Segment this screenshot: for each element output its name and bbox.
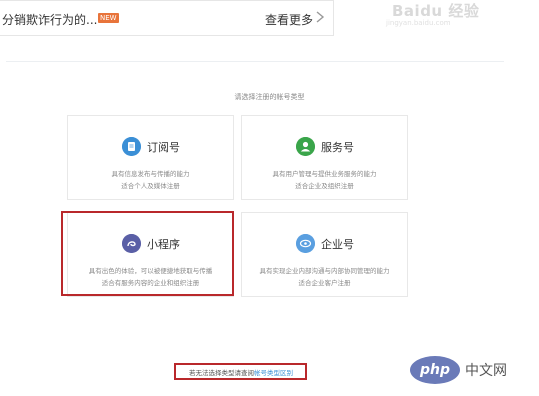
baidu-watermark: Baidu 经验 xyxy=(392,2,480,20)
chevron-right-icon[interactable] xyxy=(314,9,326,25)
card-desc-line: 具有实现企业内部沟通与内部协同管理的能力 xyxy=(259,267,390,275)
php-watermark-text: 中文网 xyxy=(465,363,507,379)
divider xyxy=(6,61,504,62)
card-desc-line: 适合企业客户注册 xyxy=(298,279,351,287)
enterprise-icon xyxy=(296,234,315,253)
account-type-help: 若无法选择类型请查阅帐号类型区别 xyxy=(176,367,306,377)
card-description: 具有实现企业内部沟通与内部协同管理的能力 适合企业客户注册 xyxy=(242,265,407,289)
card-subscription-account[interactable]: 订阅号 具有信息发布与传播的能力 适合个人及媒体注册 xyxy=(67,115,234,200)
view-more-link[interactable]: 查看更多 xyxy=(265,11,313,28)
document-icon xyxy=(122,137,141,156)
notice-bar[interactable]: 分销欺诈行为的... NEW 查看更多 xyxy=(0,0,334,36)
person-icon xyxy=(296,137,315,156)
card-title: 服务号 xyxy=(321,141,354,154)
notice-text[interactable]: 分销欺诈行为的... xyxy=(2,11,97,28)
card-description: 具有出色的体验，可以被便捷地获取与传播 适合有服务内容的企业和组织注册 xyxy=(68,265,233,289)
card-desc-line: 适合企业及组织注册 xyxy=(295,182,354,190)
card-service-account[interactable]: 服务号 具有用户管理与提供业务服务的能力 适合企业及组织注册 xyxy=(241,115,408,200)
account-type-difference-link[interactable]: 帐号类型区别 xyxy=(254,369,293,377)
card-desc-line: 具有用户管理与提供业务服务的能力 xyxy=(272,170,377,178)
mini-program-icon xyxy=(122,234,141,253)
card-desc-line: 具有信息发布与传播的能力 xyxy=(111,170,190,178)
card-desc-line: 适合有服务内容的企业和组织注册 xyxy=(101,279,200,287)
section-prompt: 请选择注册的帐号类型 xyxy=(234,93,305,101)
card-desc-line: 适合个人及媒体注册 xyxy=(121,182,180,190)
card-desc-line: 具有出色的体验，可以被便捷地获取与传播 xyxy=(88,267,213,275)
card-title: 小程序 xyxy=(147,238,180,251)
new-badge: NEW xyxy=(98,13,119,23)
card-enterprise-account[interactable]: 企业号 具有实现企业内部沟通与内部协同管理的能力 适合企业客户注册 xyxy=(241,212,408,297)
baidu-watermark-url: jingyan.baidu.com xyxy=(386,19,451,27)
card-mini-program[interactable]: 小程序 具有出色的体验，可以被便捷地获取与传播 适合有服务内容的企业和组织注册 xyxy=(67,212,234,297)
card-title: 企业号 xyxy=(321,238,354,251)
card-title: 订阅号 xyxy=(147,141,180,154)
card-description: 具有信息发布与传播的能力 适合个人及媒体注册 xyxy=(68,168,233,192)
help-text: 若无法选择类型请查阅 xyxy=(189,369,254,377)
php-logo: php xyxy=(410,356,460,384)
card-description: 具有用户管理与提供业务服务的能力 适合企业及组织注册 xyxy=(242,168,407,192)
